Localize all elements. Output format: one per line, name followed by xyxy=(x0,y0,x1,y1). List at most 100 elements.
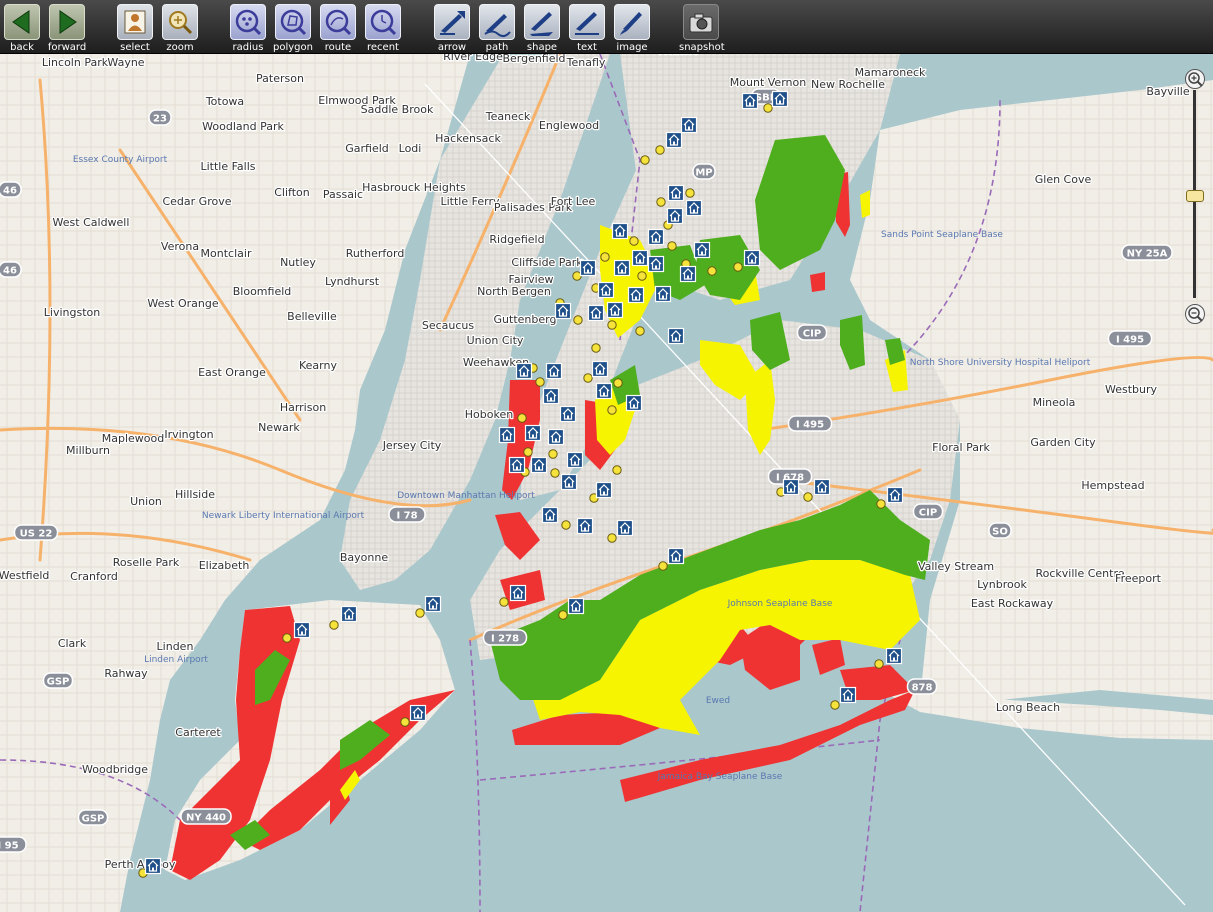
shelter-icon[interactable] xyxy=(554,302,572,320)
map-marker[interactable] xyxy=(282,633,292,643)
shelter-icon[interactable] xyxy=(625,394,643,412)
shelter-icon[interactable] xyxy=(667,327,685,345)
map-marker[interactable] xyxy=(612,465,622,475)
recent-button[interactable]: recent xyxy=(361,2,405,53)
zoom-slider-handle[interactable] xyxy=(1186,190,1204,202)
shelter-icon[interactable] xyxy=(559,405,577,423)
shelter-icon[interactable] xyxy=(340,605,358,623)
shelter-icon[interactable] xyxy=(530,456,548,474)
back-button[interactable]: back xyxy=(0,2,44,53)
shelter-icon[interactable] xyxy=(515,362,533,380)
map-marker[interactable] xyxy=(613,378,623,388)
shelter-icon[interactable] xyxy=(524,424,542,442)
map-marker[interactable] xyxy=(685,188,695,198)
shelter-icon[interactable] xyxy=(606,301,624,319)
map-marker[interactable] xyxy=(548,449,558,459)
shelter-icon[interactable] xyxy=(616,519,634,537)
shelter-icon[interactable] xyxy=(542,387,560,405)
shelter-icon[interactable] xyxy=(560,473,578,491)
map-marker[interactable] xyxy=(667,241,677,251)
shelter-icon[interactable] xyxy=(597,281,615,299)
shelter-icon[interactable] xyxy=(885,647,903,665)
map-marker[interactable] xyxy=(803,492,813,502)
map-marker[interactable] xyxy=(640,155,650,165)
shelter-icon[interactable] xyxy=(547,428,565,446)
zoom-button[interactable]: zoom xyxy=(158,2,202,53)
zoom-out-button[interactable] xyxy=(1185,304,1205,324)
map-marker[interactable] xyxy=(535,377,545,387)
shelter-icon[interactable] xyxy=(680,116,698,134)
map-marker[interactable] xyxy=(583,373,593,383)
shelter-icon[interactable] xyxy=(587,304,605,322)
shape-button[interactable]: shape xyxy=(520,2,564,53)
text-button[interactable]: text xyxy=(565,2,609,53)
map-marker[interactable] xyxy=(329,620,339,630)
map-marker[interactable] xyxy=(607,320,617,330)
map-marker[interactable] xyxy=(876,499,886,509)
map-marker[interactable] xyxy=(763,103,773,113)
snapshot-button[interactable]: snapshot xyxy=(679,2,725,53)
map-marker[interactable] xyxy=(600,252,610,262)
shelter-icon[interactable] xyxy=(545,362,563,380)
shelter-icon[interactable] xyxy=(782,478,800,496)
shelter-icon[interactable] xyxy=(509,584,527,602)
map-marker[interactable] xyxy=(415,608,425,618)
map-marker[interactable] xyxy=(707,266,717,276)
map-marker[interactable] xyxy=(561,520,571,530)
map-marker[interactable] xyxy=(573,315,583,325)
shelter-icon[interactable] xyxy=(595,382,613,400)
path-button[interactable]: path xyxy=(475,2,519,53)
map-marker[interactable] xyxy=(591,343,601,353)
shelter-icon[interactable] xyxy=(839,686,857,704)
shelter-icon[interactable] xyxy=(424,595,442,613)
shelter-icon[interactable] xyxy=(541,506,559,524)
map-marker[interactable] xyxy=(400,717,410,727)
shelter-icon[interactable] xyxy=(611,222,629,240)
route-button[interactable]: route xyxy=(316,2,360,53)
shelter-icon[interactable] xyxy=(679,265,697,283)
shelter-icon[interactable] xyxy=(741,92,759,110)
shelter-icon[interactable] xyxy=(144,857,162,875)
shelter-icon[interactable] xyxy=(613,259,631,277)
shelter-icon[interactable] xyxy=(886,486,904,504)
shelter-icon[interactable] xyxy=(667,547,685,565)
shelter-icon[interactable] xyxy=(813,478,831,496)
shelter-icon[interactable] xyxy=(293,621,311,639)
map-marker[interactable] xyxy=(658,561,668,571)
map-marker[interactable] xyxy=(517,413,527,423)
shelter-icon[interactable] xyxy=(409,704,427,722)
map-marker[interactable] xyxy=(558,610,568,620)
map-marker[interactable] xyxy=(874,659,884,669)
map-marker[interactable] xyxy=(656,197,666,207)
map-marker[interactable] xyxy=(733,262,743,272)
map-marker[interactable] xyxy=(607,533,617,543)
shelter-icon[interactable] xyxy=(665,131,683,149)
map-canvas[interactable]: Lincoln Park Wayne Paterson Totowa Woodland … xyxy=(0,54,1213,912)
polygon-button[interactable]: polygon xyxy=(271,2,315,53)
shelter-icon[interactable] xyxy=(595,481,613,499)
map-marker[interactable] xyxy=(830,700,840,710)
shelter-icon[interactable] xyxy=(627,286,645,304)
shelter-icon[interactable] xyxy=(576,517,594,535)
shelter-icon[interactable] xyxy=(693,241,711,259)
shelter-icon[interactable] xyxy=(685,199,703,217)
map-marker[interactable] xyxy=(550,468,560,478)
shelter-icon[interactable] xyxy=(566,451,584,469)
shelter-icon[interactable] xyxy=(771,90,789,108)
shelter-icon[interactable] xyxy=(591,360,609,378)
shelter-icon[interactable] xyxy=(666,207,684,225)
shelter-icon[interactable] xyxy=(631,249,649,267)
map-marker[interactable] xyxy=(607,405,617,415)
shelter-icon[interactable] xyxy=(498,426,516,444)
shelter-icon[interactable] xyxy=(667,184,685,202)
map-marker[interactable] xyxy=(655,145,665,155)
map-marker[interactable] xyxy=(523,447,533,457)
map-marker[interactable] xyxy=(637,271,647,281)
arrow-button[interactable]: arrow xyxy=(430,2,474,53)
forward-button[interactable]: forward xyxy=(45,2,89,53)
shelter-icon[interactable] xyxy=(508,456,526,474)
shelter-icon[interactable] xyxy=(579,259,597,277)
shelter-icon[interactable] xyxy=(743,249,761,267)
shelter-icon[interactable] xyxy=(654,285,672,303)
zoom-in-button[interactable] xyxy=(1185,69,1205,89)
